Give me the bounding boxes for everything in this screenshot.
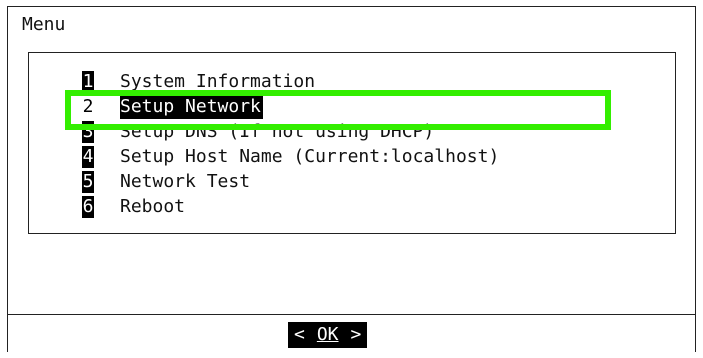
menu-item-number: 6 — [82, 195, 94, 218]
menu-item-setup-host-name[interactable]: 4 Setup Host Name (Current:localhost) — [82, 144, 499, 169]
menu-list: 1 System Information 2 Setup Network 3 S… — [82, 69, 499, 219]
menu-item-label: Setup DNS (If not using DHCP) — [120, 121, 435, 142]
menu-item-label: Reboot — [120, 196, 186, 217]
menu-item-label: Network Test — [120, 171, 251, 192]
menu-item-setup-network[interactable]: 2 Setup Network — [82, 94, 499, 119]
ok-button-left-bracket: < — [294, 324, 305, 345]
menu-item-number: 2 — [82, 95, 94, 118]
menu-item-number: 3 — [82, 120, 94, 143]
menu-item-number: 1 — [82, 70, 94, 93]
ok-button[interactable]: < OK > — [288, 322, 368, 348]
menu-item-network-test[interactable]: 5 Network Test — [82, 169, 499, 194]
menu-item-label: System Information — [120, 71, 316, 92]
dialog-title: Menu — [22, 14, 66, 35]
ok-button-label: OK — [316, 324, 339, 345]
menu-box: 1 System Information 2 Setup Network 3 S… — [28, 52, 676, 234]
menu-item-system-information[interactable]: 1 System Information — [82, 69, 499, 94]
menu-item-label: Setup Host Name (Current:localhost) — [120, 146, 500, 167]
ok-button-right-bracket: > — [350, 324, 362, 345]
menu-item-reboot[interactable]: 6 Reboot — [82, 194, 499, 219]
menu-item-number: 4 — [82, 145, 94, 168]
menu-item-label: Setup Network — [120, 94, 263, 119]
menu-item-setup-dns[interactable]: 3 Setup DNS (If not using DHCP) — [82, 119, 499, 144]
menu-item-number: 5 — [82, 170, 94, 193]
button-bar-divider — [7, 314, 696, 315]
